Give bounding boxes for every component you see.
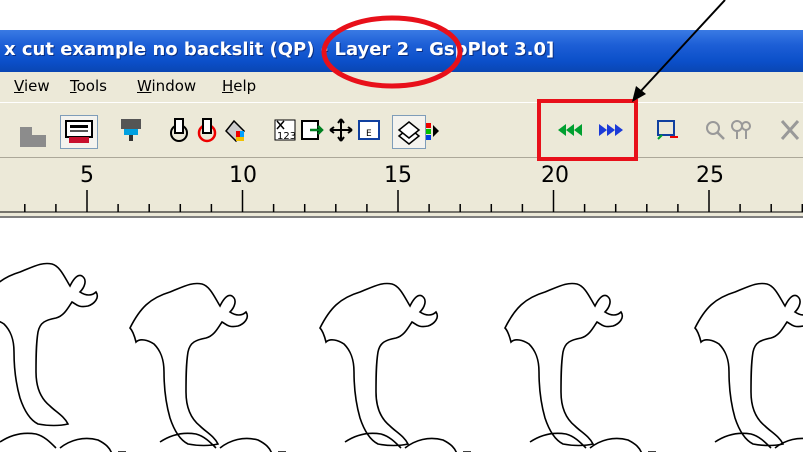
cut-shape: [129, 282, 249, 447]
tool-origin-icon[interactable]: [194, 117, 220, 143]
cut-shape-partial: [714, 432, 803, 455]
ruler-label: 20: [541, 163, 569, 188]
plot-preview-icon[interactable]: [60, 115, 98, 149]
toolbar: 123 E: [0, 102, 803, 158]
svg-text:123: 123: [277, 131, 296, 142]
cut-shape: [694, 282, 803, 447]
cut-shape: [0, 262, 99, 427]
fast-forward-icon[interactable]: [598, 117, 626, 143]
ruler-label: 15: [384, 163, 412, 188]
number-sequence-icon[interactable]: 123: [272, 117, 298, 143]
horizontal-ruler: 5 10 15 20 25: [0, 158, 803, 218]
ruler-label: 25: [696, 163, 724, 188]
ruler-label: 5: [80, 163, 94, 188]
color-fill-icon[interactable]: [222, 117, 248, 143]
cut-shapes: [0, 262, 803, 455]
layer-shape-icon[interactable]: [18, 123, 56, 149]
cut-tool-icon[interactable]: [778, 117, 802, 143]
window-title: x cut example no backslit (QP) - Layer 2…: [4, 39, 555, 60]
menu-view[interactable]: View: [14, 77, 50, 95]
cut-shape: [319, 282, 439, 447]
svg-text:E: E: [366, 129, 372, 139]
network-plotter-icon[interactable]: [118, 117, 144, 143]
window-titlebar[interactable]: x cut example no backslit (QP) - Layer 2…: [0, 30, 803, 72]
layers-icon[interactable]: [392, 115, 426, 149]
drawing-canvas[interactable]: [0, 218, 803, 455]
menu-help[interactable]: Help: [222, 77, 256, 95]
color-marks-icon[interactable]: [425, 117, 441, 143]
edge-box-icon[interactable]: E: [356, 117, 382, 143]
menu-bar: View Tools Window Help: [0, 72, 803, 102]
select-rect-icon[interactable]: [654, 117, 680, 143]
ruler-scale: 5 10 15 20 25: [0, 163, 803, 213]
menu-window[interactable]: Window: [137, 77, 196, 95]
ruler-ticks: [0, 190, 803, 213]
tool-position-icon[interactable]: [166, 117, 192, 143]
node-edit-icon[interactable]: [728, 117, 754, 143]
menu-tools[interactable]: Tools: [70, 77, 107, 95]
cut-shape: [504, 282, 624, 447]
cut-shape-partial: [0, 432, 127, 455]
move-cross-icon[interactable]: [328, 117, 354, 143]
export-icon[interactable]: [300, 117, 326, 143]
zoom-icon[interactable]: [702, 117, 728, 143]
ruler-label: 10: [229, 163, 257, 188]
rewind-icon[interactable]: [557, 117, 585, 143]
